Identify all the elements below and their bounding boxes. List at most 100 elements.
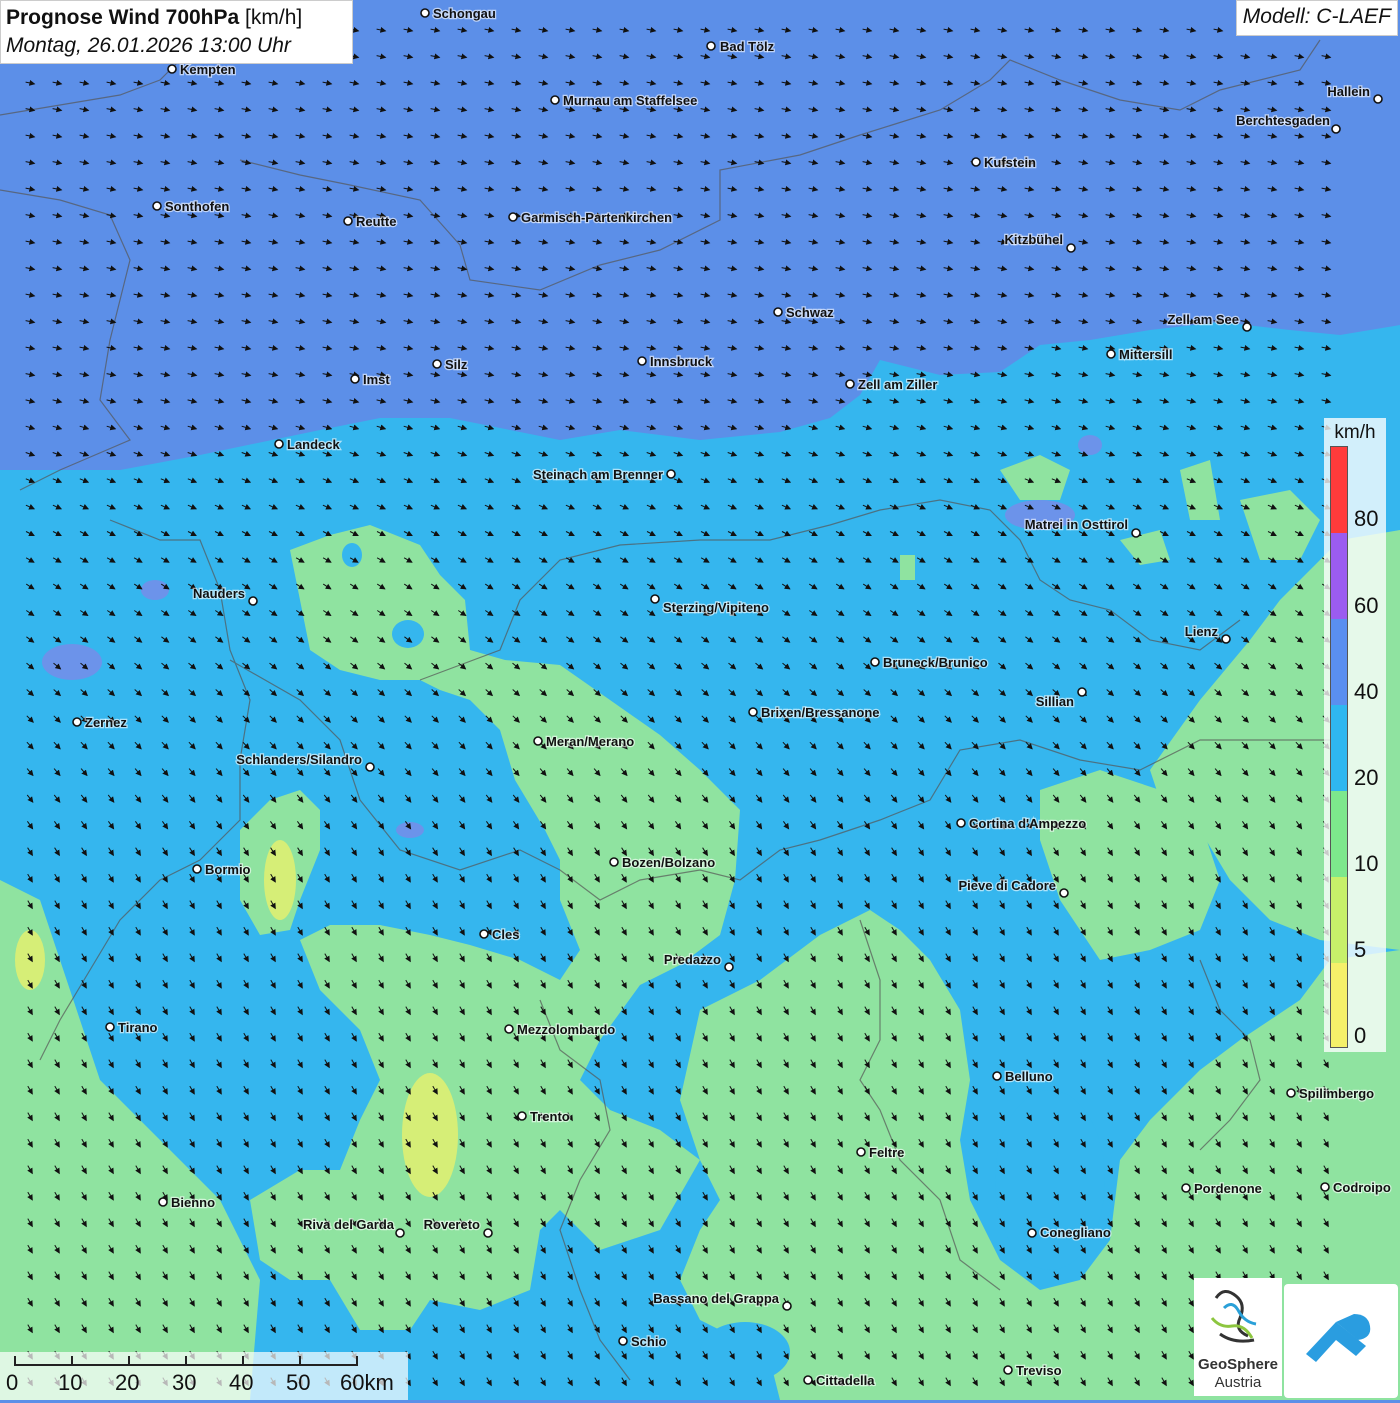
place-dot: [782, 1301, 792, 1311]
legend-seg-60: [1331, 533, 1347, 619]
place-label: Belluno: [1005, 1069, 1053, 1084]
place-label: Schongau: [433, 6, 496, 21]
place-label: Landeck: [287, 437, 341, 452]
place-dot: [845, 379, 855, 389]
geosphere-emblem-icon: [1210, 1290, 1257, 1343]
place-label: Silz: [445, 357, 468, 372]
place-label: Pieve di Cadore: [958, 878, 1056, 893]
legend-tick: 20: [1354, 765, 1379, 790]
place-label: Cittadella: [816, 1373, 875, 1388]
scale-label: 50: [286, 1370, 311, 1395]
place-dot: [1106, 349, 1116, 359]
place-dot: [248, 596, 258, 606]
scale-bar: 0 10 20 30 40 50 60km: [0, 1352, 408, 1400]
place-label: Bassano del Grappa: [653, 1291, 779, 1306]
place-label: Schwaz: [786, 305, 834, 320]
scale-tick: [242, 1356, 244, 1366]
legend-unit: km/h: [1334, 422, 1376, 443]
place-dot: [706, 41, 716, 51]
model-label: Modell: C-LAEF: [1235, 0, 1398, 36]
place-label: Schlanders/Silandro: [236, 752, 362, 767]
place-label: Bruneck/Brunico: [883, 655, 988, 670]
scale-tick: [14, 1356, 16, 1366]
place-label: Spilimbergo: [1299, 1086, 1374, 1101]
scale-tick: [356, 1356, 358, 1366]
geosphere-logo-text: GeoSphere: [1197, 1356, 1279, 1373]
scale-label: 20: [115, 1370, 140, 1395]
place-dot: [1077, 687, 1087, 697]
place-dot: [1027, 1228, 1037, 1238]
place-label: Treviso: [1016, 1363, 1062, 1378]
place-dot: [724, 962, 734, 972]
place-dot: [992, 1071, 1002, 1081]
place-dot: [167, 64, 177, 74]
legend-tick: 0: [1354, 1023, 1367, 1048]
place-label: Tirano: [118, 1020, 158, 1035]
legend-tick: 5: [1354, 937, 1367, 962]
scale-label: 10: [58, 1370, 83, 1395]
scale-tick: [128, 1356, 130, 1366]
place-label: Sonthofen: [165, 199, 229, 214]
place-label: Meran/Merano: [546, 734, 634, 749]
legend-seg-20: [1331, 705, 1347, 791]
legend-seg-40: [1331, 619, 1347, 705]
place-label: Murnau am Staffelsee: [563, 93, 697, 108]
place-marker: Garmisch-Partenkirchen: [508, 209, 673, 226]
place-label: Riva del Garda: [303, 1217, 395, 1232]
place-dot: [1373, 94, 1383, 104]
place-marker: Zell am Ziller: [845, 376, 939, 393]
place-dot: [1181, 1183, 1191, 1193]
place-label: Schio: [631, 1334, 666, 1349]
place-dot: [773, 307, 783, 317]
place-dot: [1320, 1182, 1330, 1192]
place-dot: [1066, 243, 1076, 253]
place-label: Trento: [530, 1109, 570, 1124]
place-dot: [550, 95, 560, 105]
place-dot: [748, 707, 758, 717]
place-label: Sillian: [1036, 694, 1074, 709]
place-dot: [1331, 124, 1341, 134]
place-dot: [152, 201, 162, 211]
place-dot: [504, 1024, 514, 1034]
place-label: Bad Tölz: [720, 39, 775, 54]
scale-label: 30: [172, 1370, 197, 1395]
place-dot: [637, 356, 647, 366]
map-title: Prognose Wind 700hPa: [6, 6, 240, 29]
place-label: Innsbruck: [650, 354, 713, 369]
place-label: Predazzo: [664, 952, 721, 967]
place-dot: [508, 212, 518, 222]
place-marker: Cortina d'Ampezzo: [956, 815, 1088, 832]
place-marker: Innsbruck: [637, 353, 714, 370]
place-marker: Steinach am Brenner: [532, 466, 676, 483]
place-marker: Bruneck/Brunico: [870, 654, 989, 671]
place-dot: [1221, 634, 1231, 644]
place-label: Cortina d'Ampezzo: [969, 816, 1086, 831]
place-dot: [803, 1375, 813, 1385]
legend-seg-10: [1331, 791, 1347, 877]
place-dot: [956, 818, 966, 828]
legend-tick: 10: [1354, 851, 1379, 876]
place-label: Matrei in Osttirol: [1025, 517, 1128, 532]
place-marker: Conegliano: [1027, 1224, 1112, 1241]
place-dot: [432, 359, 442, 369]
scale-label: 60km: [340, 1370, 394, 1395]
place-label: Garmisch-Partenkirchen: [521, 210, 672, 225]
place-label: Imst: [363, 372, 390, 387]
place-dot: [192, 864, 202, 874]
geosphere-logo[interactable]: GeoSphere Austria: [1194, 1278, 1282, 1396]
weather-app-logo[interactable]: [1284, 1284, 1398, 1398]
wind-map: Schongau Bad Tölz Kempten Murnau am Staffel…: [0, 0, 1400, 1400]
place-dot: [158, 1197, 168, 1207]
place-dot: [1242, 322, 1252, 332]
place-label: Pordenone: [1194, 1181, 1262, 1196]
place-dot: [350, 374, 360, 384]
legend-seg-80: [1331, 447, 1347, 533]
place-label: Codroipo: [1333, 1180, 1391, 1195]
place-label: Nauders: [193, 586, 245, 601]
place-label: Steinach am Brenner: [533, 467, 663, 482]
scale-tick: [185, 1356, 187, 1366]
place-dot: [1131, 528, 1141, 538]
place-marker: Mezzolombardo: [504, 1021, 617, 1038]
place-dot: [666, 469, 676, 479]
place-marker: Meran/Merano: [533, 733, 635, 750]
